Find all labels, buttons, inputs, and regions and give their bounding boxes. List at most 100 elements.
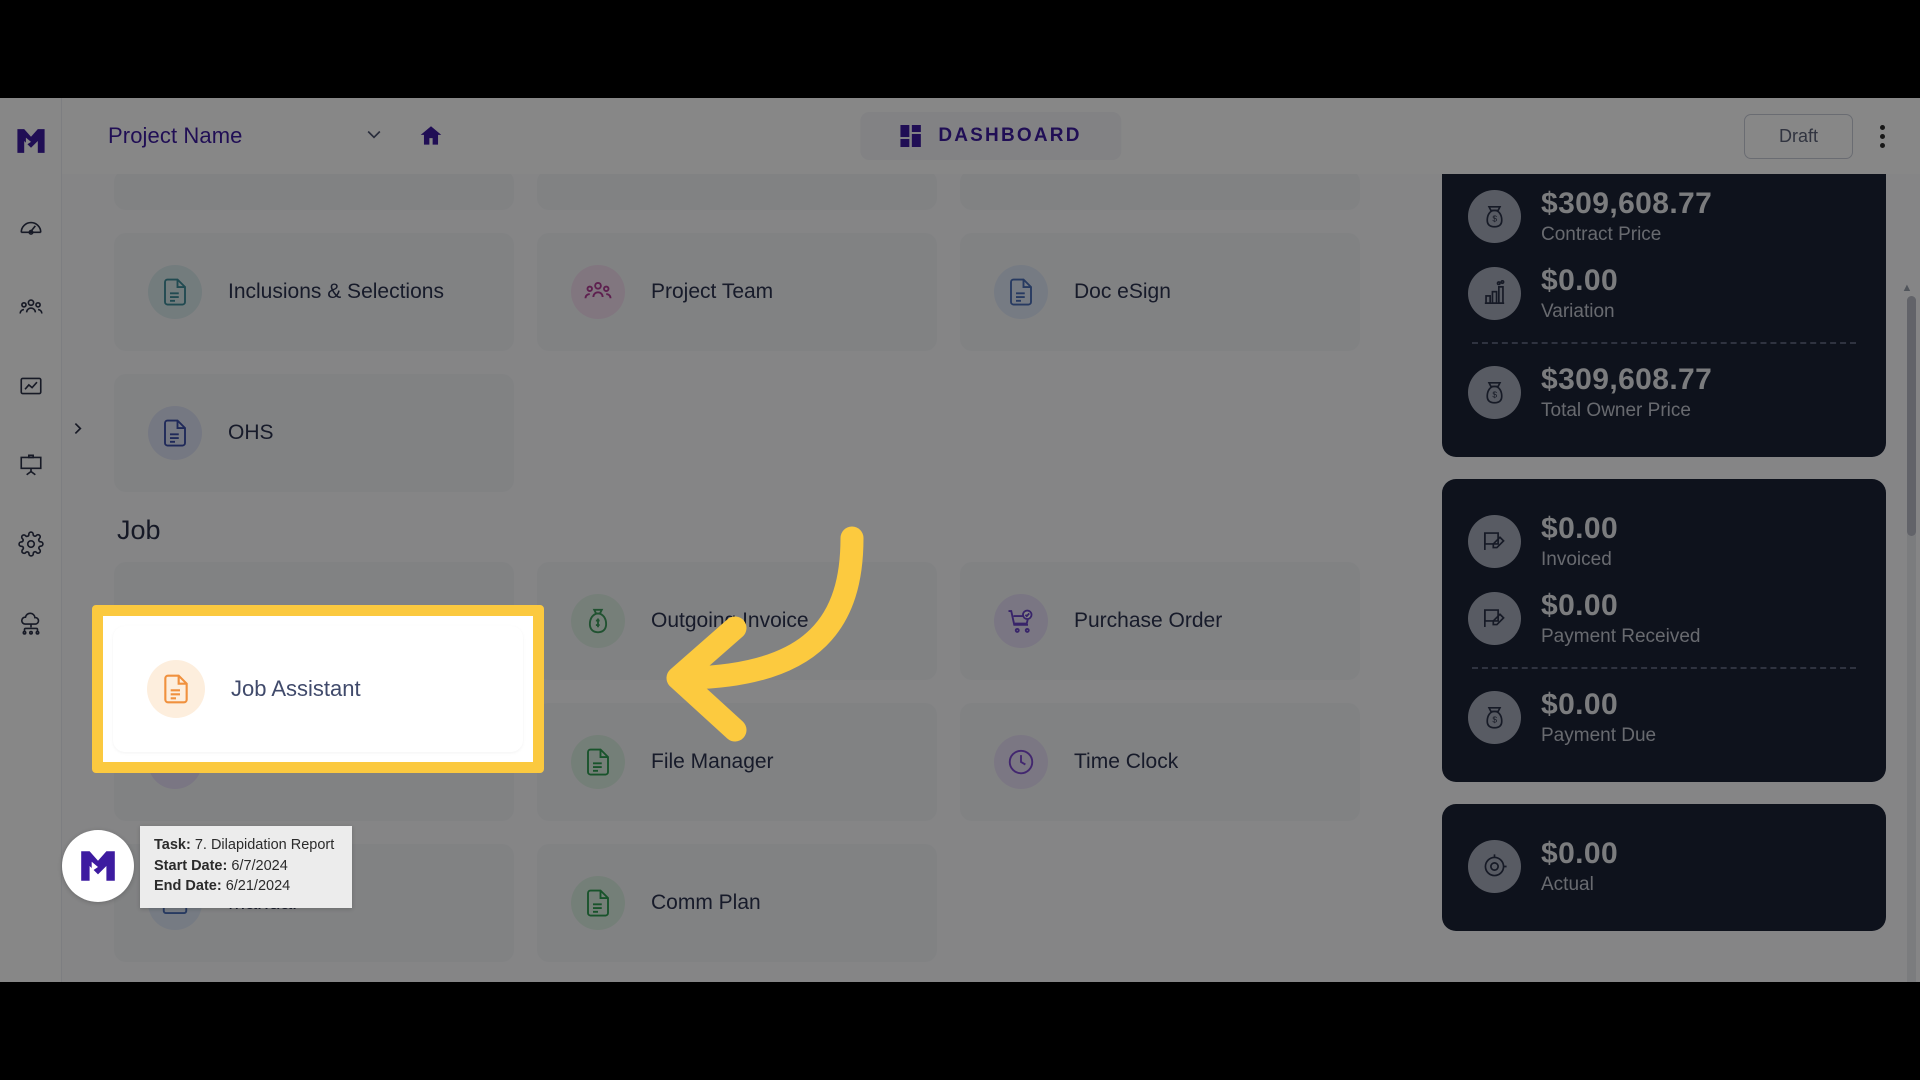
money-bag-icon [571, 594, 625, 648]
financial-value: $309,608.77 [1541, 363, 1713, 396]
m-logo-icon [81, 851, 115, 881]
financial-value: $0.00 [1541, 688, 1619, 721]
sidebar-item-reports[interactable] [9, 364, 53, 408]
financial-row-variation: $0.00 Variation [1468, 255, 1860, 332]
financial-label: Payment Received [1541, 626, 1701, 647]
project-selector[interactable]: Project Name [108, 123, 384, 149]
tile-label: File Manager [651, 749, 774, 773]
tile-project-team[interactable]: Project Team [537, 233, 937, 351]
highlighted-tile-job-assistant[interactable]: Job Assistant [92, 605, 544, 773]
tile-label: Project Team [651, 279, 774, 303]
document-icon [148, 265, 202, 319]
financial-row-total-owner-price: $ $309,608.77 Total Owner Price [1468, 354, 1860, 431]
dashboard-tab-label: DASHBOARD [938, 125, 1082, 146]
document-lines-icon [571, 876, 625, 930]
financial-value: $0.00 [1541, 512, 1619, 545]
financial-value: $0.00 [1541, 837, 1619, 870]
refresh-target-icon [1468, 840, 1521, 893]
tile-partial-1[interactable] [114, 174, 514, 210]
svg-text:$: $ [1492, 213, 1497, 223]
sidebar-item-presentation[interactable] [9, 443, 53, 487]
chevron-right-icon [74, 422, 82, 434]
tooltip-start-line: Start Date: 6/7/2024 [154, 856, 340, 877]
grid-squares-icon [900, 125, 922, 147]
financial-summary-panel: $ $309,608.77 Contract Price $0.00 Varia… [1442, 174, 1886, 953]
financial-label: Total Owner Price [1541, 400, 1691, 421]
tile-partial-2[interactable] [537, 174, 937, 210]
cart-check-icon [994, 594, 1048, 648]
money-bag-icon: $ [1468, 366, 1521, 419]
m-logo-icon [14, 124, 48, 158]
tile-file-manager[interactable]: File Manager [537, 703, 937, 821]
sidebar-item-cloud[interactable] [9, 601, 53, 645]
sidebar-item-contacts[interactable] [9, 285, 53, 329]
section-title-job: Job [117, 515, 161, 545]
financial-card-contract: $ $309,608.77 Contract Price $0.00 Varia… [1442, 174, 1886, 457]
tile-label: Doc eSign [1074, 279, 1171, 303]
vertical-scrollbar[interactable] [1907, 296, 1916, 982]
tile-label: OHS [228, 420, 274, 444]
tooltip-start-label: Start Date: [154, 857, 228, 874]
tile-label: Time Clock [1074, 749, 1179, 773]
bar-chart-percent-icon [1468, 267, 1521, 320]
screenshot-root: Project Name DASHBOARD Draft Inclusions … [0, 0, 1920, 1080]
financial-value: $309,608.77 [1541, 187, 1713, 220]
chevron-down-icon[interactable] [364, 124, 384, 149]
dashboard-tab[interactable]: DASHBOARD [860, 112, 1122, 160]
invoice-edit-icon [1468, 515, 1521, 568]
financial-row-contract-price: $ $309,608.77 Contract Price [1468, 178, 1860, 255]
clock-icon [994, 735, 1048, 789]
financial-label: Invoiced [1541, 549, 1612, 570]
svg-text:$: $ [1492, 714, 1497, 724]
financial-row-payment-due: $ $0.00 Payment Due [1468, 679, 1860, 756]
tooltip-end-label: End Date: [154, 878, 222, 895]
sidebar-item-settings[interactable] [9, 522, 53, 566]
svg-text:$: $ [1492, 389, 1497, 399]
home-icon[interactable] [418, 123, 444, 149]
document-icon [147, 660, 205, 718]
presentation-board-icon [19, 454, 42, 476]
tooltip-start-value: 6/7/2024 [231, 857, 288, 874]
tile-comm-plan[interactable]: Comm Plan [537, 844, 937, 962]
financial-row-invoiced: $0.00 Invoiced [1468, 503, 1860, 580]
people-group-icon [18, 299, 43, 314]
tile-ohs[interactable]: OHS [114, 374, 514, 492]
project-name-label: Project Name [108, 123, 243, 148]
financial-label: Payment Due [1541, 725, 1657, 746]
cloud-network-icon [20, 612, 40, 635]
document-icon [994, 265, 1048, 319]
tile-label: Outgoing Invoice [651, 608, 809, 632]
left-sidebar-rail [0, 98, 62, 982]
financial-row-payment-received: $0.00 Payment Received [1468, 580, 1860, 657]
financial-label: Contract Price [1541, 224, 1662, 245]
tile-job-assistant[interactable]: Job Assistant [113, 626, 523, 752]
tile-label: Purchase Order [1074, 608, 1223, 632]
scrollbar-thumb[interactable] [1907, 296, 1916, 536]
sidebar-expand-toggle[interactable] [66, 413, 88, 443]
top-bar-actions: Draft [1743, 113, 1890, 159]
tile-partial-3[interactable] [960, 174, 1360, 210]
chart-frame-icon [19, 377, 42, 395]
speedometer-icon [19, 221, 42, 235]
financial-value: $0.00 [1541, 589, 1619, 622]
tile-time-clock[interactable]: Time Clock [960, 703, 1360, 821]
tile-label: Inclusions & Selections [228, 279, 444, 303]
financial-row-actual: $0.00 Actual [1468, 828, 1860, 905]
financial-label: Variation [1541, 301, 1615, 322]
financial-value: $0.00 [1541, 264, 1619, 297]
financial-separator [1472, 667, 1856, 669]
sidebar-item-dashboard[interactable] [9, 206, 53, 250]
tile-label: Job Assistant [231, 676, 361, 701]
more-vertical-icon[interactable] [1875, 120, 1890, 153]
tooltip-end-value: 6/21/2024 [225, 878, 291, 895]
tile-purchase-order[interactable]: Purchase Order [960, 562, 1360, 680]
scroll-up-arrow[interactable]: ▲ [1900, 282, 1914, 296]
people-group-icon [571, 265, 625, 319]
tile-inclusions-selections[interactable]: Inclusions & Selections [114, 233, 514, 351]
tooltip-task-label: Task: [154, 837, 191, 853]
tile-doc-esign[interactable]: Doc eSign [960, 233, 1360, 351]
tile-outgoing-invoice[interactable]: Outgoing Invoice [537, 562, 937, 680]
tooltip-task-line: Task: 7. Dilapidation Report [154, 835, 340, 856]
draft-status-button[interactable]: Draft [1743, 113, 1853, 159]
financial-separator [1472, 342, 1856, 344]
